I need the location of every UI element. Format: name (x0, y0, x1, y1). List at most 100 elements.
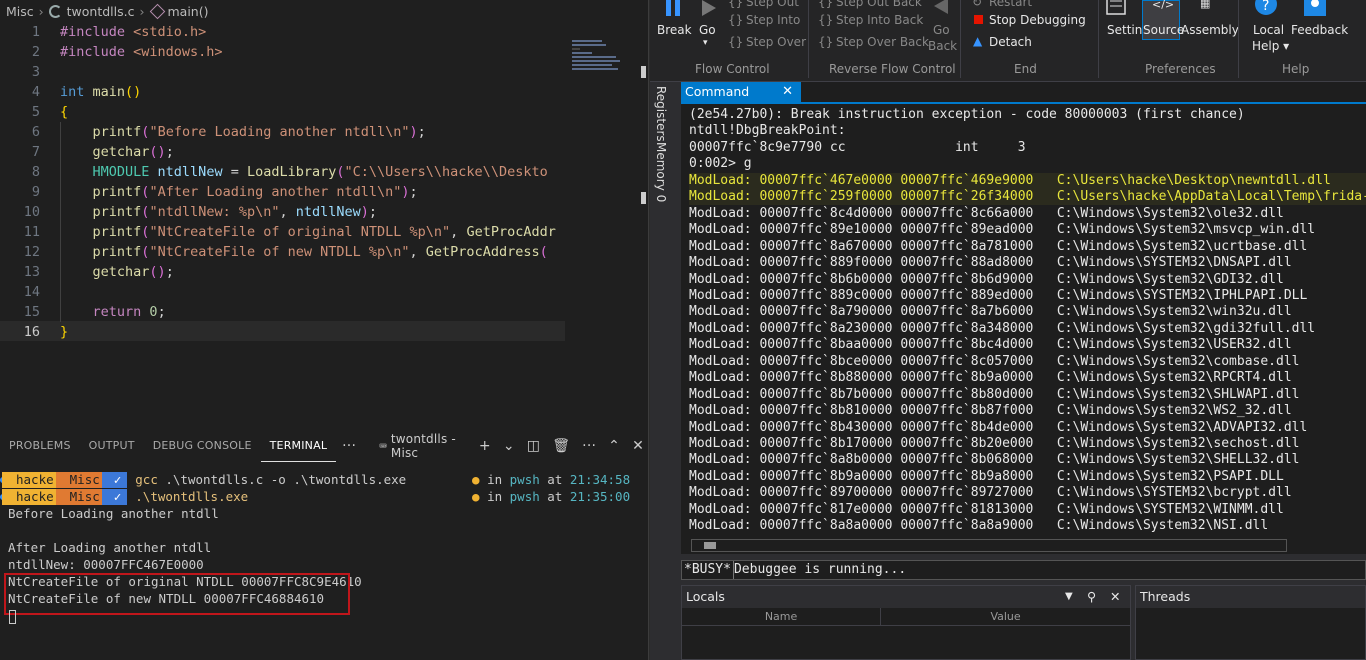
feedback-button[interactable]: Feedback (1291, 23, 1348, 37)
chevron-down-icon[interactable]: ▼ (1065, 586, 1073, 608)
code-line[interactable]: #include <stdio.h> (60, 24, 206, 40)
line-number: 13 (23, 264, 40, 280)
tab-debug-console[interactable]: DEBUG CONSOLE (144, 430, 261, 462)
code-line[interactable]: printf("NtCreateFile of original NTDLL %… (60, 224, 556, 240)
command-input-bar[interactable]: *BUSY* Debuggee is running... (681, 560, 1366, 580)
check-icon: ✓ (101, 489, 128, 505)
split-terminal-icon[interactable]: ◫ (521, 438, 546, 454)
close-panel-icon[interactable]: ✕ (626, 438, 650, 454)
go-button[interactable]: Go (699, 23, 716, 37)
command-window[interactable]: Command ✕ (2e54.27b0): Break instruction … (681, 82, 1366, 554)
code-token: HMODULE (92, 164, 158, 180)
svg-text:?: ? (1262, 0, 1269, 14)
close-icon[interactable]: ✕ (1110, 586, 1120, 608)
chevron-down-icon[interactable]: ⌄ (497, 438, 521, 454)
step-into-button[interactable]: Step Into (746, 13, 800, 27)
code-line[interactable]: } (60, 324, 68, 340)
trash-icon[interactable]: 🗑 (546, 438, 576, 454)
terminal-instance-label: twontdlls - Misc (390, 432, 456, 460)
breadcrumb-symbol[interactable]: main() (168, 4, 209, 19)
line-number: 16 (23, 324, 40, 340)
tab-output[interactable]: OUTPUT (80, 430, 144, 462)
step-over-back-button[interactable]: Step Over Back (836, 35, 929, 49)
code-token: ; (368, 204, 378, 220)
code-token: { (60, 104, 69, 120)
line-number: 11 (23, 224, 40, 240)
code-line[interactable]: getchar(); (60, 264, 174, 280)
more-tabs-icon[interactable]: ··· (336, 438, 362, 454)
chevron-down-icon[interactable]: ▾ (703, 38, 708, 48)
source-button[interactable]: Source (1143, 23, 1184, 37)
restart-button[interactable]: Restart (989, 0, 1032, 9)
assembly-button[interactable]: Assembly (1181, 23, 1239, 37)
tab-terminal[interactable]: TERMINAL (260, 430, 337, 462)
code-line[interactable]: return 0; (60, 304, 166, 320)
close-icon[interactable]: ✕ (782, 82, 793, 102)
break-button[interactable]: Break (657, 23, 692, 37)
more-actions-icon[interactable]: ··· (576, 438, 602, 454)
code-line[interactable]: getchar(); (60, 144, 174, 160)
scrollbar-thumb[interactable] (704, 542, 716, 549)
code-token: ( (336, 164, 345, 180)
line-number: 12 (23, 244, 40, 260)
detach-button[interactable]: Detach (989, 35, 1032, 49)
step-out-back-button[interactable]: Step Out Back (836, 0, 922, 9)
step-into-back-button[interactable]: Step Into Back (836, 13, 923, 27)
code-line[interactable]: printf("Before Loading another ntdll\n")… (60, 124, 426, 140)
go-back-label-2[interactable]: Back (928, 39, 957, 53)
local-help-label-2[interactable]: Help ▾ (1252, 39, 1289, 53)
line-number: 5 (31, 104, 40, 120)
tab-command[interactable]: Command ✕ (681, 82, 801, 102)
c-file-icon (48, 4, 62, 18)
line-number: 3 (31, 64, 40, 80)
code-line[interactable]: printf("After Loading another ntdll\n"); (60, 184, 418, 200)
code-token: 0 (149, 304, 158, 320)
horizontal-scrollbar[interactable] (691, 539, 1287, 552)
tab-memory-0[interactable]: Memory 0 (654, 142, 668, 202)
step-into-icon: {} (728, 13, 744, 27)
scrollbar-thumb[interactable] (641, 192, 646, 204)
code-token: printf (92, 224, 142, 240)
terminal-prompt: hacke Misc ✓ gcc .\twontdlls.c -o .\twontdl… (0, 472, 406, 488)
code-line[interactable]: printf("ntdllNew: %p\n", ntdllNew); (60, 204, 378, 220)
shell-name: pwsh (509, 489, 540, 504)
step-over-button[interactable]: Step Over (746, 35, 806, 49)
code-token: , (409, 244, 426, 260)
new-terminal-button[interactable]: + (473, 438, 497, 454)
code-line[interactable]: int main() (60, 84, 141, 100)
code-line[interactable]: HMODULE ntdllNew = LoadLibrary("C:\\User… (60, 164, 548, 180)
column-value[interactable]: Value (881, 608, 1130, 625)
column-name[interactable]: Name (682, 608, 882, 625)
go-back-label-1[interactable]: Go (933, 23, 950, 37)
breadcrumb-folder[interactable]: Misc (6, 4, 34, 19)
locals-window[interactable]: Locals ▼ ⚲ ✕ Name Value (681, 585, 1131, 660)
code-line[interactable]: #include <windows.h> (60, 44, 223, 60)
code-token: = (222, 164, 247, 180)
prompt-command: .\twontdlls.exe (135, 489, 248, 504)
maximize-panel-icon[interactable]: ⌃ (602, 438, 626, 454)
tab-registers[interactable]: Registers (654, 86, 668, 142)
code-line[interactable]: printf ("NtCreateFile of new NTDLL %p\n",… (60, 244, 548, 260)
tab-problems[interactable]: PROBLEMS (0, 430, 80, 462)
step-out-button[interactable]: Step Out (746, 0, 799, 9)
pin-icon[interactable]: ⚲ (1087, 586, 1096, 608)
scrollbar-thumb[interactable] (641, 66, 646, 78)
line-number: 10 (23, 204, 40, 220)
terminal-instance[interactable]: ⌨ twontdlls - Misc (373, 432, 472, 460)
function-symbol-icon (149, 3, 165, 19)
breadcrumb-file[interactable]: twontdlls.c (67, 4, 135, 19)
code-editor[interactable]: 1 2 3 4 5 6 7 8 9 10 11 12 13 14 15 16 #include <stdio.… (0, 22, 636, 342)
command-output-line: ModLoad: 00007ffc`8b880000 00007ffc`8b9a… (689, 370, 1292, 386)
step-out-icon: {} (728, 0, 744, 9)
code-line[interactable]: { (60, 104, 68, 120)
stop-debugging-button[interactable]: Stop Debugging (989, 13, 1086, 27)
code-token: "NtCreateFile of new NTDLL %p\n" (149, 244, 410, 260)
output-line: ntdllNew: 00007FFC467E0000 (8, 557, 204, 572)
local-help-label-1[interactable]: Local (1253, 23, 1284, 37)
terminal-output[interactable]: hacke Misc ✓ gcc .\twontdlls.c -o .\twontdl… (0, 468, 650, 660)
terminal-icon: ⌨ (379, 439, 387, 453)
command-output[interactable]: (2e54.27b0): Break instruction exception… (681, 104, 1366, 538)
threads-window[interactable]: Threads (1135, 585, 1366, 660)
minimap[interactable] (572, 40, 622, 80)
command-output-line: ModLoad: 00007ffc`817e0000 00007ffc`8181… (689, 501, 1284, 517)
